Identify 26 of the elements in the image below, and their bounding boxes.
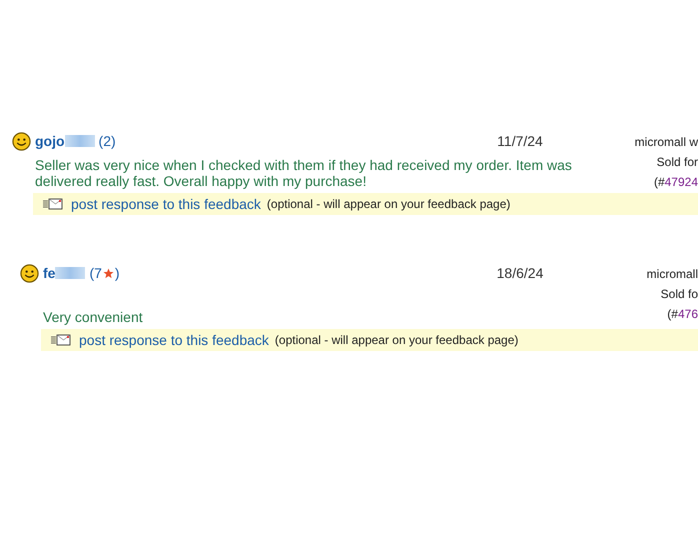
post-response-link[interactable]: post response to this feedback — [71, 196, 261, 212]
item-number-link[interactable]: 47924 — [664, 172, 698, 192]
item-price: Sold for — [656, 154, 698, 171]
ref-bracket: (# — [667, 306, 678, 323]
smiley-icon — [12, 132, 31, 150]
feedback-score[interactable]: (2 — [98, 133, 111, 149]
feedback-date: 18/6/24 — [496, 265, 544, 281]
response-note: (optional - will appear on your feedback page) — [274, 333, 518, 347]
item-title: micromall w — [634, 134, 698, 151]
feedback-date: 11/7/24 — [496, 133, 544, 149]
feedback-comment: Seller was very nice when I checked with them if they had received my order. Item was delivered really fast. Overall happy with my purchase! — [35, 157, 573, 189]
envelope-icon — [51, 334, 71, 346]
item-number-link[interactable]: 476 — [678, 304, 698, 324]
username-link[interactable]: gojo — [35, 133, 65, 149]
score-bracket: ) — [111, 133, 116, 149]
feedback-comment: Very convenient — [43, 309, 144, 325]
item-title: micromall — [646, 266, 698, 283]
item-price: Sold fo — [660, 286, 698, 303]
score-bracket: ) — [114, 265, 120, 281]
feedback-score[interactable]: (7 — [89, 265, 102, 281]
post-response-link[interactable]: post response to this feedback — [79, 332, 269, 348]
ref-bracket: (# — [654, 174, 665, 191]
response-note: (optional - will appear on your feedback page) — [266, 197, 510, 211]
username-link[interactable]: fe — [43, 265, 56, 281]
smiley-icon — [20, 264, 39, 282]
envelope-icon — [43, 198, 63, 210]
